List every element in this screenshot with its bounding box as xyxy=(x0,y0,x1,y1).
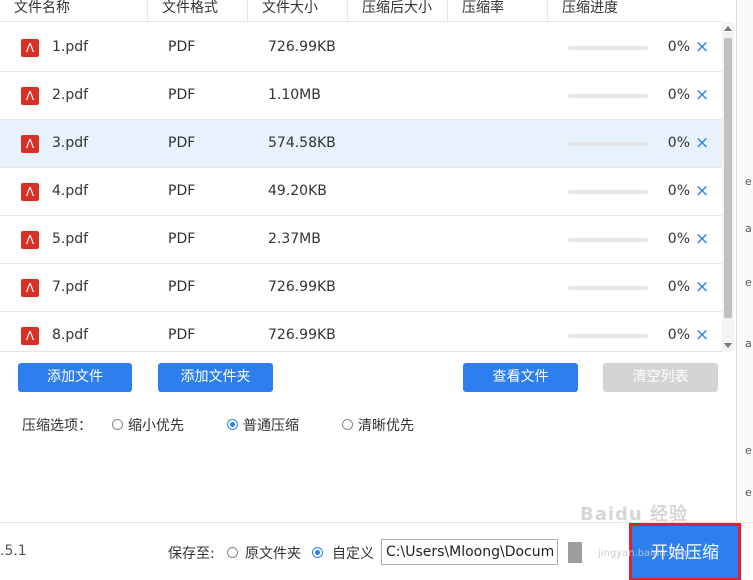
watermark-url: jingyan.baidu.com xyxy=(598,548,691,559)
radio-normal-compression[interactable] xyxy=(227,419,238,430)
progress-percent: 0% xyxy=(667,327,690,343)
file-name: 7.pdf xyxy=(52,279,89,295)
file-size: 1.10MB xyxy=(268,87,321,103)
file-size: 726.99KB xyxy=(268,327,336,343)
radio-shrink-priority[interactable] xyxy=(112,419,123,430)
file-table-header: 文件名称 文件格式 文件大小 压缩后大小 压缩率 压缩进度 xyxy=(0,0,722,22)
file-name: 3.pdf xyxy=(52,135,89,151)
pdf-icon: ᐱ xyxy=(21,87,39,105)
pdf-icon: ᐱ xyxy=(21,327,39,345)
remove-icon[interactable]: × xyxy=(695,85,709,105)
side-glyph: a xyxy=(745,222,752,235)
progress-bar xyxy=(568,46,648,50)
progress-percent: 0% xyxy=(667,279,690,295)
option-normal-compression[interactable]: 普通压缩 xyxy=(243,415,299,435)
watermark-logo: Baidu 经验 xyxy=(580,504,689,525)
pdf-icon: ᐱ xyxy=(21,231,39,249)
save-to-label: 保存至: xyxy=(168,546,215,562)
file-size: 49.20KB xyxy=(268,183,327,199)
table-row[interactable]: ᐱ 4.pdf PDF 49.20KB 0% × xyxy=(0,168,722,216)
progress-bar xyxy=(568,334,648,338)
side-glyph: a xyxy=(745,337,752,350)
table-row[interactable]: ᐱ 3.pdf PDF 574.58KB 0% × xyxy=(0,120,722,168)
scroll-up-icon[interactable] xyxy=(724,26,732,31)
file-name: 1.pdf xyxy=(52,39,89,55)
scroll-down-icon[interactable] xyxy=(724,343,732,348)
header-compressed-size[interactable]: 压缩后大小 xyxy=(348,0,448,22)
add-file-button[interactable]: 添加文件 xyxy=(18,363,132,392)
file-format: PDF xyxy=(168,183,196,199)
progress-bar xyxy=(568,190,648,194)
output-path-field[interactable] xyxy=(381,539,558,565)
progress-bar xyxy=(568,238,648,242)
progress-percent: 0% xyxy=(667,231,690,247)
pdf-icon: ᐱ xyxy=(21,279,39,297)
file-format: PDF xyxy=(168,39,196,55)
table-row[interactable]: ᐱ 7.pdf PDF 726.99KB 0% × xyxy=(0,264,722,312)
remove-icon[interactable]: × xyxy=(695,277,709,297)
radio-clarity-priority[interactable] xyxy=(342,419,353,430)
remove-icon[interactable]: × xyxy=(695,229,709,249)
clear-list-button[interactable]: 清空列表 xyxy=(603,363,718,392)
file-size: 2.37MB xyxy=(268,231,321,247)
options-label: 压缩选项： xyxy=(22,418,92,434)
file-format: PDF xyxy=(168,327,196,343)
file-name: 2.pdf xyxy=(52,87,89,103)
option-custom-folder[interactable]: 自定义 xyxy=(332,543,374,563)
file-format: PDF xyxy=(168,231,196,247)
version-label: .5.1 xyxy=(0,543,27,559)
browse-button[interactable] xyxy=(568,542,582,563)
file-list: ᐱ 1.pdf PDF 726.99KB 0% × ᐱ 2.pdf PDF 1.… xyxy=(0,22,722,352)
header-size[interactable]: 文件大小 xyxy=(248,0,348,22)
remove-icon[interactable]: × xyxy=(695,133,709,153)
header-ratio[interactable]: 压缩率 xyxy=(448,0,548,22)
progress-bar xyxy=(568,142,648,146)
pdf-icon: ᐱ xyxy=(21,39,39,57)
option-clarity-priority[interactable]: 清晰优先 xyxy=(358,415,414,435)
progress-percent: 0% xyxy=(667,135,690,151)
side-glyph: e xyxy=(745,486,752,499)
option-original-folder[interactable]: 原文件夹 xyxy=(245,543,301,563)
remove-icon[interactable]: × xyxy=(695,37,709,57)
header-progress[interactable]: 压缩进度 xyxy=(548,0,722,22)
file-format: PDF xyxy=(168,279,196,295)
file-name: 4.pdf xyxy=(52,183,89,199)
progress-percent: 0% xyxy=(667,39,690,55)
file-size: 726.99KB xyxy=(268,279,336,295)
file-format: PDF xyxy=(168,87,196,103)
file-format: PDF xyxy=(168,135,196,151)
side-glyph: e xyxy=(745,444,752,457)
option-shrink-priority[interactable]: 缩小优先 xyxy=(128,415,184,435)
header-format[interactable]: 文件格式 xyxy=(148,0,248,22)
table-row[interactable]: ᐱ 5.pdf PDF 2.37MB 0% × xyxy=(0,216,722,264)
table-row[interactable]: ᐱ 2.pdf PDF 1.10MB 0% × xyxy=(0,72,722,120)
remove-icon[interactable]: × xyxy=(695,181,709,201)
progress-bar xyxy=(568,286,648,290)
file-name: 5.pdf xyxy=(52,231,89,247)
table-row[interactable]: ᐱ 8.pdf PDF 726.99KB 0% × xyxy=(0,312,722,351)
radio-custom-folder[interactable] xyxy=(312,547,323,558)
progress-percent: 0% xyxy=(667,87,690,103)
remove-icon[interactable]: × xyxy=(695,325,709,345)
pdf-icon: ᐱ xyxy=(21,183,39,201)
header-filename[interactable]: 文件名称 xyxy=(0,0,148,22)
progress-bar xyxy=(568,94,648,98)
table-row[interactable]: ᐱ 1.pdf PDF 726.99KB 0% × xyxy=(0,24,722,72)
file-size: 574.58KB xyxy=(268,135,336,151)
view-files-button[interactable]: 查看文件 xyxy=(463,363,578,392)
file-size: 726.99KB xyxy=(268,39,336,55)
scroll-thumb[interactable] xyxy=(724,38,732,318)
progress-percent: 0% xyxy=(667,183,690,199)
add-folder-button[interactable]: 添加文件夹 xyxy=(158,363,273,392)
list-scrollbar[interactable] xyxy=(722,22,734,352)
side-glyph: e xyxy=(745,175,752,188)
side-glyph: e xyxy=(745,276,752,289)
file-name: 8.pdf xyxy=(52,327,89,343)
radio-original-folder[interactable] xyxy=(227,547,238,558)
pdf-icon: ᐱ xyxy=(21,135,39,153)
